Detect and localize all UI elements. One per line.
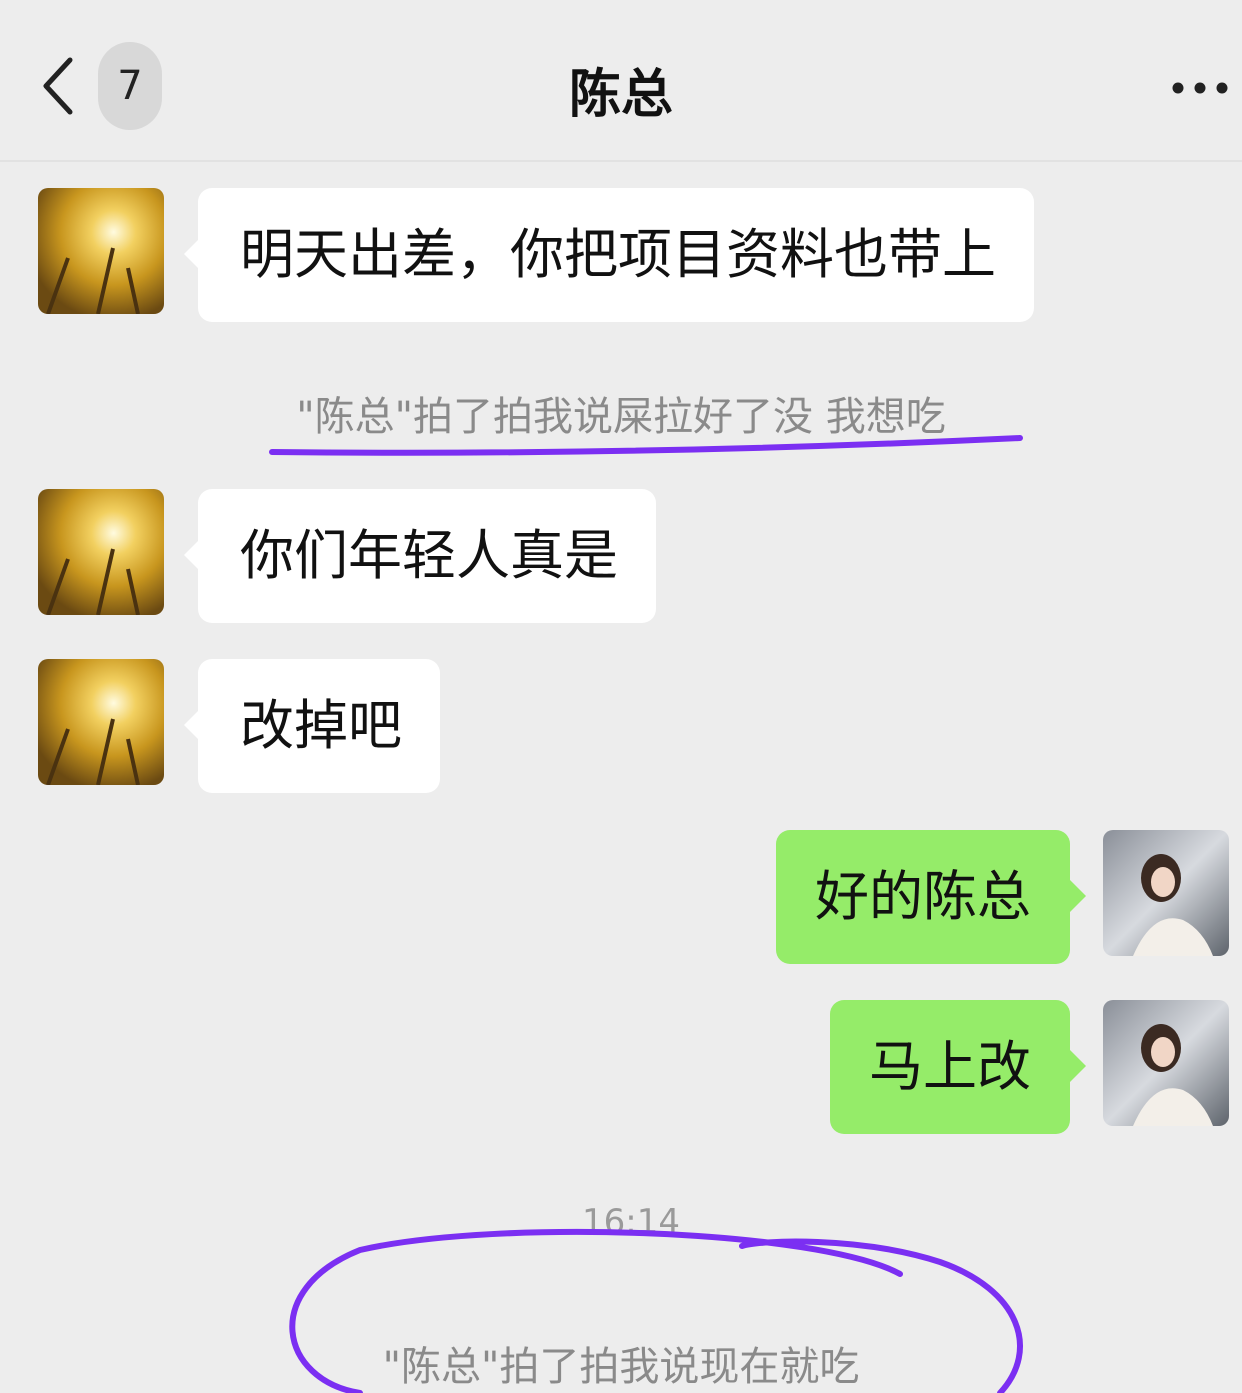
contact-avatar[interactable] [38,489,164,615]
message-bubble[interactable]: 马上改 [830,1000,1086,1134]
message-text: 改掉吧 [240,694,402,757]
my-avatar[interactable] [1103,1000,1229,1126]
message-bubble[interactable]: 好的陈总 [776,830,1086,964]
timestamp: 16:14 [582,1202,680,1242]
contact-avatar[interactable] [38,188,164,314]
chat-title: 陈总 [568,65,673,125]
message-text: 马上改 [869,1035,1031,1098]
contact-avatar[interactable] [38,659,164,785]
message-bubble[interactable]: 改掉吧 [184,659,440,793]
chat-header: 7 陈总 [0,0,1242,162]
message-bubble[interactable]: 你们年轻人真是 [184,489,656,623]
ellipsis-icon[interactable] [1170,80,1230,96]
message-bubble[interactable]: 明天出差，你把项目资料也带上 [184,188,1034,322]
pat-notice: "陈总"拍了拍我说屎拉好了没 我想吃 [296,394,946,440]
pat-notice: "陈总"拍了拍我说现在就吃 [382,1344,860,1390]
message-text: 你们年轻人真是 [240,524,618,587]
my-avatar[interactable] [1103,830,1229,956]
message-text: 好的陈总 [815,865,1031,928]
message-text: 明天出差，你把项目资料也带上 [240,223,996,286]
